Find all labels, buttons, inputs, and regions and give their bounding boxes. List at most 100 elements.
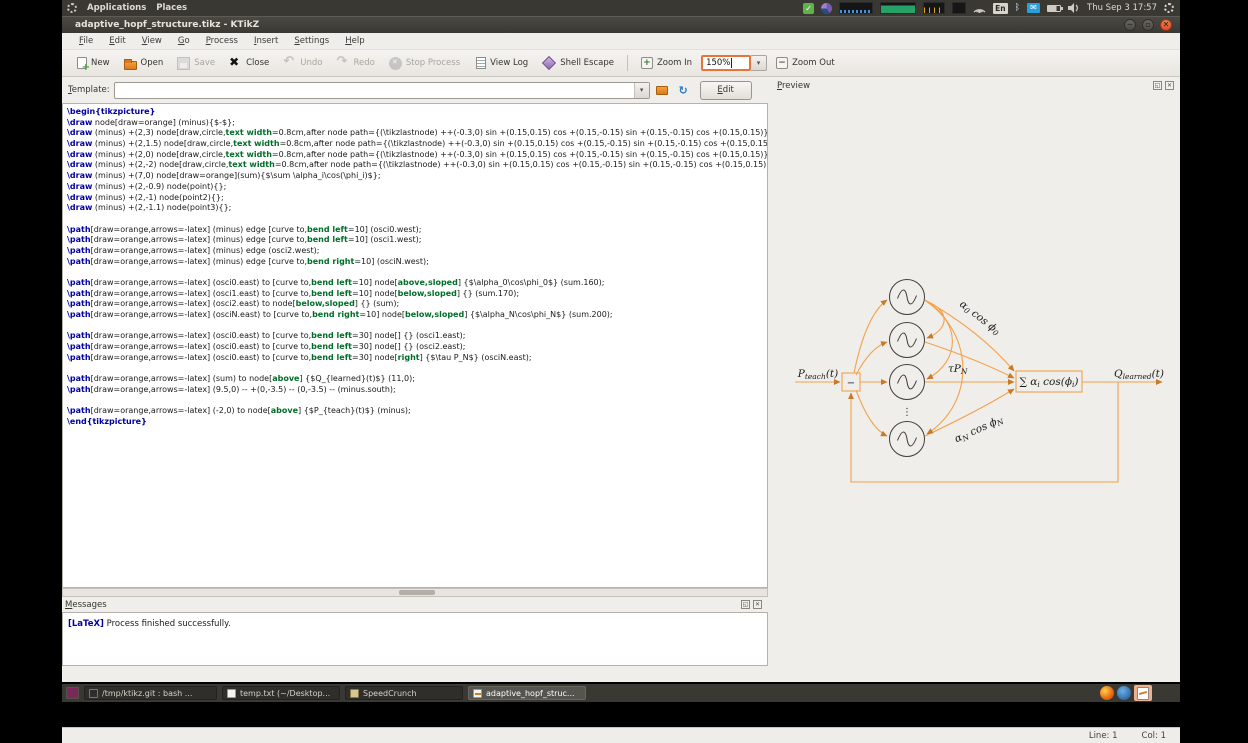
- float-dock-icon[interactable]: ◱: [1153, 81, 1162, 90]
- code-line[interactable]: \path[draw=orange,arrows=-latex] (osci2.…: [67, 299, 767, 310]
- disk-monitor-applet[interactable]: [952, 2, 966, 14]
- menu-view[interactable]: View: [135, 34, 169, 48]
- code-line[interactable]: \draw (minus) +(2,3) node[draw,circle,te…: [67, 128, 767, 139]
- template-combo[interactable]: ▾: [114, 82, 650, 99]
- code-line[interactable]: \path[draw=orange,arrows=-latex] (sum) t…: [67, 374, 767, 385]
- code-line[interactable]: \path[draw=orange,arrows=-latex] (osci0.…: [67, 353, 767, 364]
- menu-go[interactable]: Go: [171, 34, 197, 48]
- code-line[interactable]: [67, 214, 767, 225]
- code-line[interactable]: [67, 267, 767, 278]
- menu-edit[interactable]: Edit: [102, 34, 132, 48]
- template-open-button[interactable]: [654, 82, 671, 99]
- menu-process[interactable]: Process: [199, 34, 245, 48]
- close-dock-icon[interactable]: ✕: [1165, 81, 1174, 90]
- edge-osci1-sum: [925, 342, 1014, 378]
- cpu-monitor-applet[interactable]: [839, 2, 873, 14]
- mail-icon[interactable]: ✉: [1027, 3, 1040, 13]
- updates-ok-icon[interactable]: ✓: [803, 3, 814, 14]
- code-line[interactable]: \draw (minus) +(2,-1) node(point2){};: [67, 193, 767, 204]
- ktikz-launcher-highlight[interactable]: [1134, 685, 1152, 701]
- code-line[interactable]: \path[draw=orange,arrows=-latex] (osci0.…: [67, 331, 767, 342]
- close-dock-icon[interactable]: ✕: [753, 600, 762, 609]
- scrollbar-thumb[interactable]: [399, 590, 435, 595]
- template-row: Template: ▾ ↻ Edit: [62, 77, 768, 103]
- float-dock-icon[interactable]: ◱: [741, 600, 750, 609]
- code-line[interactable]: \draw (minus) +(2,-1.1) node(point3){};: [67, 203, 767, 214]
- shell-escape-button[interactable]: Shell Escape: [537, 53, 619, 73]
- session-gear-icon[interactable]: [1164, 3, 1174, 13]
- preview-header: Preview ◱ ✕: [771, 77, 1180, 94]
- taskbar-item-label: /tmp/ktikz.git : bash ...: [102, 689, 192, 698]
- code-line[interactable]: \draw (minus) +(7,0) node[draw=orange](s…: [67, 171, 767, 182]
- close-button[interactable]: Close: [224, 54, 274, 73]
- code-line[interactable]: [67, 321, 767, 332]
- code-line[interactable]: \path[draw=orange,arrows=-latex] (minus)…: [67, 225, 767, 236]
- places-menu[interactable]: Places: [156, 3, 187, 13]
- maximize-button[interactable]: ▫: [1142, 19, 1154, 31]
- code-line[interactable]: \path[draw=orange,arrows=-latex] (minus)…: [67, 246, 767, 257]
- close-window-button[interactable]: ✕: [1160, 19, 1172, 31]
- menu-help[interactable]: Help: [338, 34, 371, 48]
- code-line[interactable]: \path[draw=orange,arrows=-latex] (9.5,0)…: [67, 385, 767, 396]
- code-line[interactable]: [67, 364, 767, 375]
- menu-settings[interactable]: Settings: [287, 34, 336, 48]
- taskbar-item-speedcrunch[interactable]: SpeedCrunch: [345, 686, 463, 700]
- code-line[interactable]: \path[draw=orange,arrows=-latex] (minus)…: [67, 257, 767, 268]
- network-monitor-applet[interactable]: [923, 2, 945, 14]
- distro-logo-icon[interactable]: [67, 3, 77, 13]
- code-line[interactable]: \path[draw=orange,arrows=-latex] (-2,0) …: [67, 406, 767, 417]
- taskbar-item-ktikz[interactable]: adaptive_hopf_struc...: [468, 686, 586, 700]
- code-line[interactable]: \path[draw=orange,arrows=-latex] (minus)…: [67, 235, 767, 246]
- taskbar-item-terminal[interactable]: /tmp/ktikz.git : bash ...: [84, 686, 217, 700]
- open-button[interactable]: Open: [119, 54, 169, 73]
- toolbar-button-label: New: [91, 58, 110, 68]
- browser-icon[interactable]: [1117, 686, 1131, 700]
- code-line[interactable]: \begin{tikzpicture}: [67, 107, 767, 118]
- template-combo-arrow[interactable]: ▾: [634, 83, 649, 98]
- input-label: Pteach(t): [797, 368, 838, 381]
- code-line[interactable]: \draw (minus) +(2,-0.9) node(point){};: [67, 182, 767, 193]
- view-log-button[interactable]: View Log: [469, 54, 533, 72]
- zoom-out-button[interactable]: Zoom Out: [771, 54, 840, 72]
- keyboard-layout-indicator[interactable]: En: [993, 3, 1007, 14]
- zoom-in-button[interactable]: Zoom In: [636, 54, 697, 72]
- code-line[interactable]: [67, 396, 767, 407]
- code-editor[interactable]: \begin{tikzpicture}\draw node[draw=orang…: [62, 103, 768, 588]
- code-line[interactable]: \draw node[draw=orange] (minus){$-$};: [67, 118, 767, 129]
- zoom-level-combo[interactable]: 150% ▾: [701, 55, 767, 71]
- closex-icon: [229, 57, 242, 70]
- minimize-button[interactable]: ─: [1124, 19, 1136, 31]
- code-line[interactable]: \path[draw=orange,arrows=-latex] (osci1.…: [67, 289, 767, 300]
- zoom-level-value[interactable]: 150%: [706, 58, 730, 68]
- code-line[interactable]: \path[draw=orange,arrows=-latex] (osci0.…: [67, 278, 767, 289]
- menu-file[interactable]: File: [72, 34, 100, 48]
- code-line[interactable]: \draw (minus) +(2,0) node[draw,circle,te…: [67, 150, 767, 161]
- toolbar-button-label: Save: [194, 58, 215, 68]
- code-line[interactable]: \draw (minus) +(2,1.5) node[draw,circle,…: [67, 139, 767, 150]
- battery-icon[interactable]: [1047, 5, 1061, 12]
- volume-icon[interactable]: [1068, 3, 1080, 13]
- show-desktop-icon[interactable]: [66, 687, 79, 699]
- code-line[interactable]: \path[draw=orange,arrows=-latex] (osci0.…: [67, 342, 767, 353]
- network-globe-icon[interactable]: [821, 3, 832, 14]
- toolbar-separator: [627, 55, 628, 71]
- zoom-combo-arrow[interactable]: ▾: [751, 55, 767, 71]
- template-edit-button[interactable]: Edit: [700, 81, 752, 100]
- memory-monitor-applet[interactable]: [880, 2, 916, 14]
- menu-insert[interactable]: Insert: [247, 34, 285, 48]
- template-value[interactable]: [115, 83, 634, 98]
- titlebar[interactable]: adaptive_hopf_structure.tikz - KTikZ ─ ▫…: [62, 16, 1180, 33]
- applications-menu[interactable]: Applications: [87, 3, 146, 13]
- clock[interactable]: Thu Sep 3 17:57: [1087, 3, 1157, 13]
- editor-horizontal-scrollbar[interactable]: [62, 588, 768, 597]
- bluetooth-icon[interactable]: ᛒ: [1015, 3, 1020, 13]
- code-line[interactable]: \draw (minus) +(2,-2) node[draw,circle,t…: [67, 160, 767, 171]
- template-reload-button[interactable]: ↻: [675, 82, 692, 99]
- wifi-icon[interactable]: [973, 3, 986, 13]
- code-line[interactable]: \path[draw=orange,arrows=-latex] (osciN.…: [67, 310, 767, 321]
- firefox-icon[interactable]: [1100, 686, 1114, 700]
- oscillator-1: [890, 323, 925, 358]
- new-button[interactable]: New: [70, 54, 115, 72]
- code-line[interactable]: \end{tikzpicture}: [67, 417, 767, 428]
- taskbar-item-textfile[interactable]: temp.txt (~/Desktop...: [222, 686, 340, 700]
